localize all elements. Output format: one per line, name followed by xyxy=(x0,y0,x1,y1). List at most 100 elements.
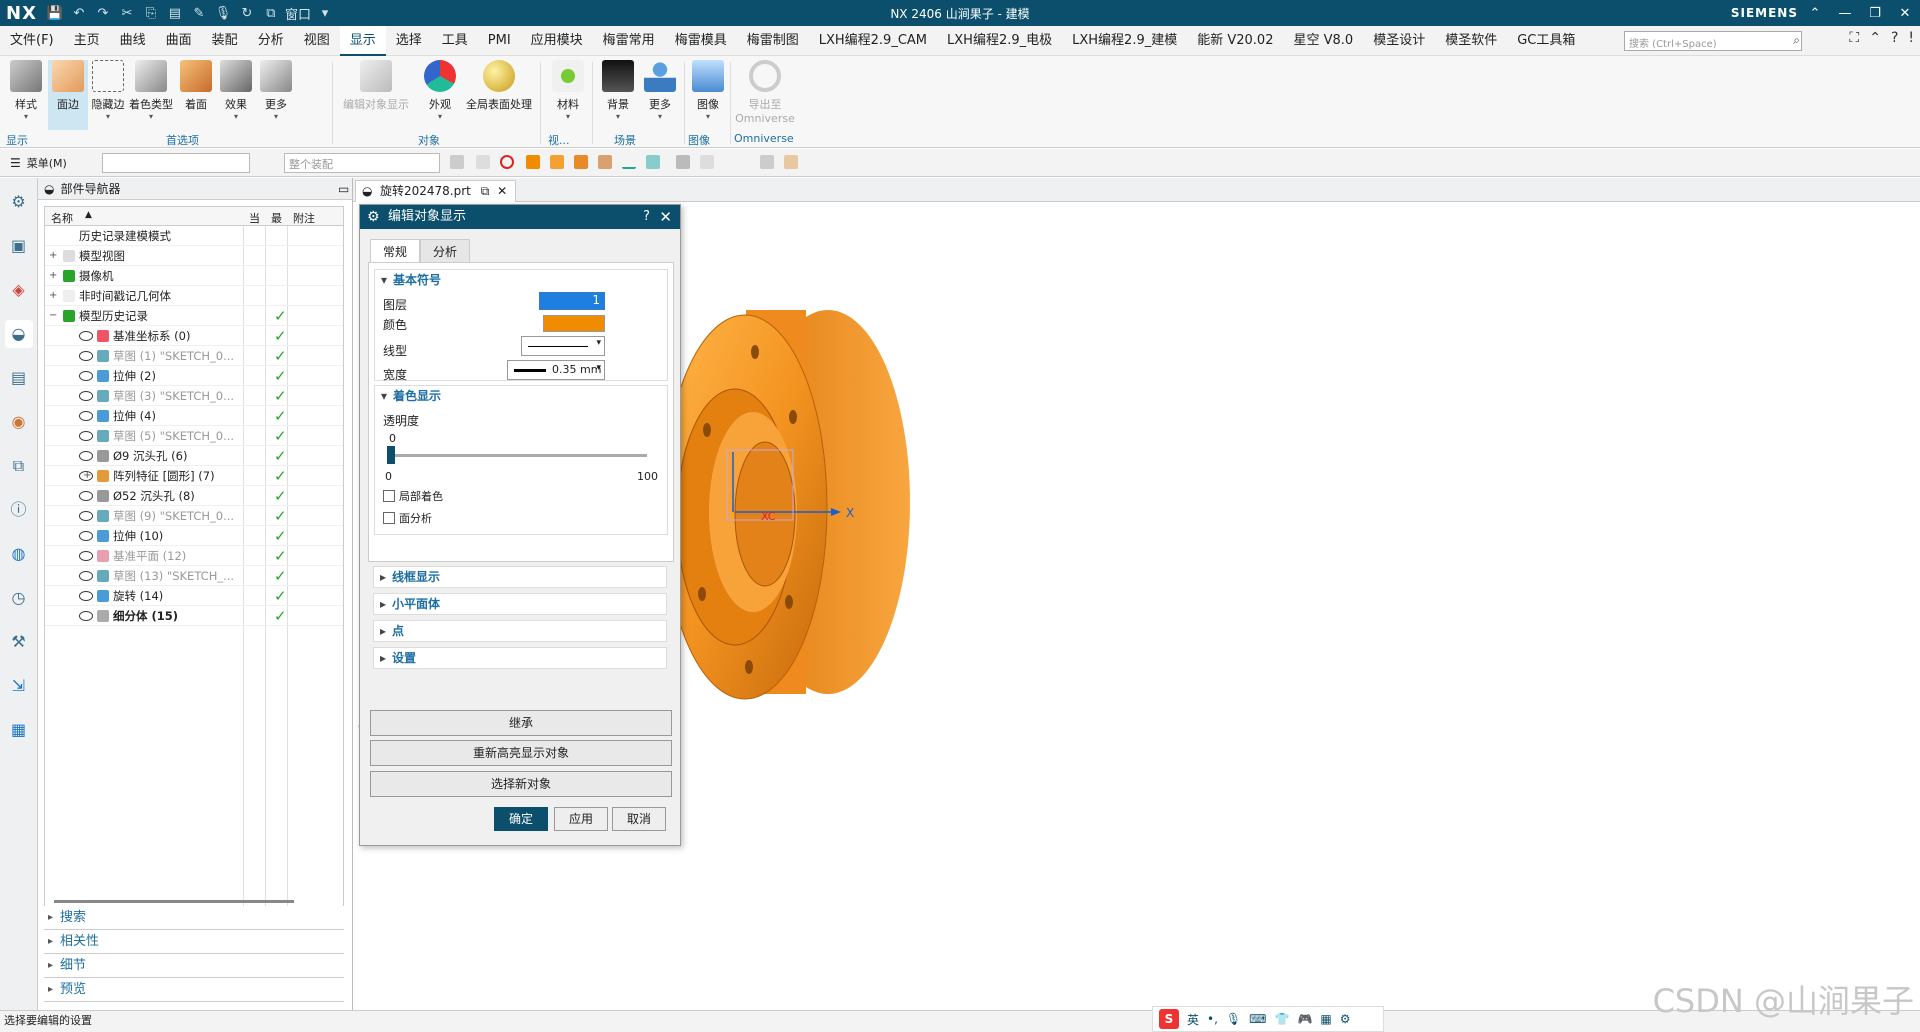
tree-node[interactable]: − 模型历史记录 ✓ xyxy=(45,306,343,326)
export-omniverse-button[interactable]: 导出至 Omniverse xyxy=(734,60,796,125)
more-display-button[interactable]: 更多 ▾ xyxy=(256,60,296,121)
tab-float-icon[interactable]: ⧉ xyxy=(481,184,490,198)
tree-node[interactable]: 草图 (1) "SKETCH_0... ✓ xyxy=(45,346,343,366)
tools-icon[interactable]: ⚒ xyxy=(5,628,33,656)
tree-node[interactable]: 细分体 (15) ✓ xyxy=(45,606,343,626)
part-navigator-icon[interactable]: ◒ xyxy=(4,320,33,348)
image-button[interactable]: 图像 ▾ xyxy=(688,60,728,121)
panel-relations[interactable]: 相关性 xyxy=(44,930,344,954)
section-shading-header[interactable]: 着色显示 xyxy=(375,386,667,406)
tree-node[interactable]: 草图 (3) "SKETCH_0... ✓ xyxy=(45,386,343,406)
menu-item[interactable]: 曲线 xyxy=(110,26,156,56)
toolbox-icon[interactable]: ▦ xyxy=(1320,1012,1331,1026)
select-new-objects-button[interactable]: 选择新对象 xyxy=(370,771,672,797)
tree-node[interactable]: 拉伸 (2) ✓ xyxy=(45,366,343,386)
tree-node[interactable]: 草图 (9) "SKETCH_0... ✓ xyxy=(45,506,343,526)
component-select-icon[interactable] xyxy=(784,155,798,169)
roles-icon[interactable]: ⧉ xyxy=(5,452,33,480)
global-surface-button[interactable]: 全局表面处理 xyxy=(464,60,534,112)
apply-button[interactable]: 应用 xyxy=(554,807,608,831)
tree-node[interactable]: 基准坐标系 (0) ✓ xyxy=(45,326,343,346)
info-icon[interactable]: ⓘ xyxy=(5,496,33,524)
visibility-eye-icon[interactable] xyxy=(79,371,93,381)
menu-item[interactable]: GC工具箱 xyxy=(1507,26,1585,56)
tree-node[interactable]: Ø52 沉头孔 (8) ✓ xyxy=(45,486,343,506)
skin-icon[interactable]: 👕 xyxy=(1274,1012,1289,1026)
tree-node[interactable]: Ø9 沉头孔 (6) ✓ xyxy=(45,446,343,466)
menu-item[interactable]: 星空 V8.0 xyxy=(1283,26,1363,56)
visibility-eye-icon[interactable] xyxy=(79,611,93,621)
section-wireframe-header[interactable]: 线框显示 xyxy=(374,567,666,587)
section-points-header[interactable]: 点 xyxy=(374,621,666,641)
tree-node[interactable]: 旋转 (14) ✓ xyxy=(45,586,343,606)
save-icon[interactable]: 💾 xyxy=(45,6,65,21)
cancel-button[interactable]: 取消 xyxy=(612,807,666,831)
tree-node[interactable]: 拉伸 (4) ✓ xyxy=(45,406,343,426)
group-omniverse[interactable]: Omniverse xyxy=(734,132,794,145)
ime-language[interactable]: 英 xyxy=(1187,1011,1199,1028)
visibility-eye-icon[interactable] xyxy=(79,391,93,401)
settings-icon[interactable]: ⚙ xyxy=(1340,1012,1351,1026)
snap-icon[interactable] xyxy=(646,155,660,169)
tree-node[interactable]: + 模型视图 xyxy=(45,246,343,266)
touch-mode-icon[interactable]: ✎ xyxy=(189,6,209,21)
chevron-down-icon[interactable]: ▾ xyxy=(315,6,335,21)
menu-item[interactable]: 视图 xyxy=(294,26,340,56)
column-name[interactable]: 名称 xyxy=(51,210,73,226)
transparency-slider-thumb[interactable] xyxy=(387,446,395,464)
shading-type-button[interactable]: 着色类型 ▾ xyxy=(128,60,174,121)
expand-toggle-icon[interactable]: − xyxy=(49,306,57,326)
redo-icon[interactable]: ↷ xyxy=(93,6,113,21)
group-display[interactable]: 显示 xyxy=(6,132,28,148)
layer-input[interactable]: 1 xyxy=(539,292,605,310)
menu-item[interactable]: 选择 xyxy=(386,26,432,56)
cut-icon[interactable]: ✂ xyxy=(117,6,137,21)
assembly-navigator-icon[interactable]: ▣ xyxy=(5,232,33,260)
partial-shading-checkbox[interactable] xyxy=(383,490,395,502)
visibility-eye-icon[interactable] xyxy=(79,431,93,441)
constraint-navigator-icon[interactable]: ◈ xyxy=(5,276,33,304)
column-latest[interactable]: 最 xyxy=(271,210,282,226)
inherit-button[interactable]: 继承 xyxy=(370,710,672,736)
visibility-eye-icon[interactable] xyxy=(79,451,93,461)
rehighlight-button[interactable]: 重新高亮显示对象 xyxy=(370,740,672,766)
expand-toggle-icon[interactable]: + xyxy=(49,246,57,266)
tab-document[interactable]: ◒ 旋转202478.prt ⧉ ✕ xyxy=(355,180,517,202)
type-filter-select[interactable] xyxy=(102,153,250,173)
group-prefs[interactable]: 首选项 xyxy=(166,132,199,148)
tab-analysis[interactable]: 分析 xyxy=(420,239,471,263)
visibility-eye-icon[interactable] xyxy=(79,411,93,421)
solid-select-icon[interactable] xyxy=(574,155,588,169)
alert-icon[interactable]: ! xyxy=(1908,30,1914,46)
tab-general[interactable]: 常规 xyxy=(370,239,421,263)
game-icon[interactable]: 🎮 xyxy=(1297,1012,1312,1026)
face-select-icon[interactable] xyxy=(550,155,564,169)
panel-details[interactable]: 细节 xyxy=(44,954,344,978)
restore-button[interactable]: ❐ xyxy=(1860,0,1890,26)
close-button[interactable]: ✕ xyxy=(1890,0,1920,26)
menu-button[interactable]: 菜单(M) xyxy=(27,155,67,171)
horizontal-scrollbar[interactable] xyxy=(54,900,294,903)
menu-item[interactable]: 显示 xyxy=(339,25,386,56)
copy-icon[interactable]: ⎘ xyxy=(141,6,161,21)
group-objects[interactable]: 对象 xyxy=(418,132,440,148)
visibility-eye-icon[interactable] xyxy=(79,571,93,581)
background-button[interactable]: 背景 ▾ xyxy=(598,60,638,121)
visibility-eye-icon[interactable] xyxy=(79,591,93,601)
command-search-input[interactable]: 搜索 (Ctrl+Space) xyxy=(1624,31,1802,51)
point-snap-icon[interactable] xyxy=(676,155,690,169)
view-select-icon[interactable] xyxy=(700,155,714,169)
menu-item[interactable]: 文件(F) xyxy=(0,26,64,56)
close-icon[interactable]: ✕ xyxy=(659,205,672,229)
panel-search[interactable]: 搜索 xyxy=(44,906,344,930)
section-basic-header[interactable]: 基本符号 xyxy=(375,270,667,290)
tab-close-icon[interactable]: ✕ xyxy=(497,184,507,198)
layout-icon[interactable]: ▦ xyxy=(5,716,33,744)
part-select-icon[interactable] xyxy=(760,155,774,169)
settings-icon[interactable]: ⚙ xyxy=(5,188,33,216)
hamburger-icon[interactable]: ☰ xyxy=(10,156,21,170)
menu-item[interactable]: 模圣软件 xyxy=(1435,26,1507,56)
fullscreen-icon[interactable]: ⛶ xyxy=(1849,30,1859,46)
microphone-icon[interactable]: 🎙 xyxy=(213,6,233,21)
paste-icon[interactable]: ▤ xyxy=(165,6,185,21)
